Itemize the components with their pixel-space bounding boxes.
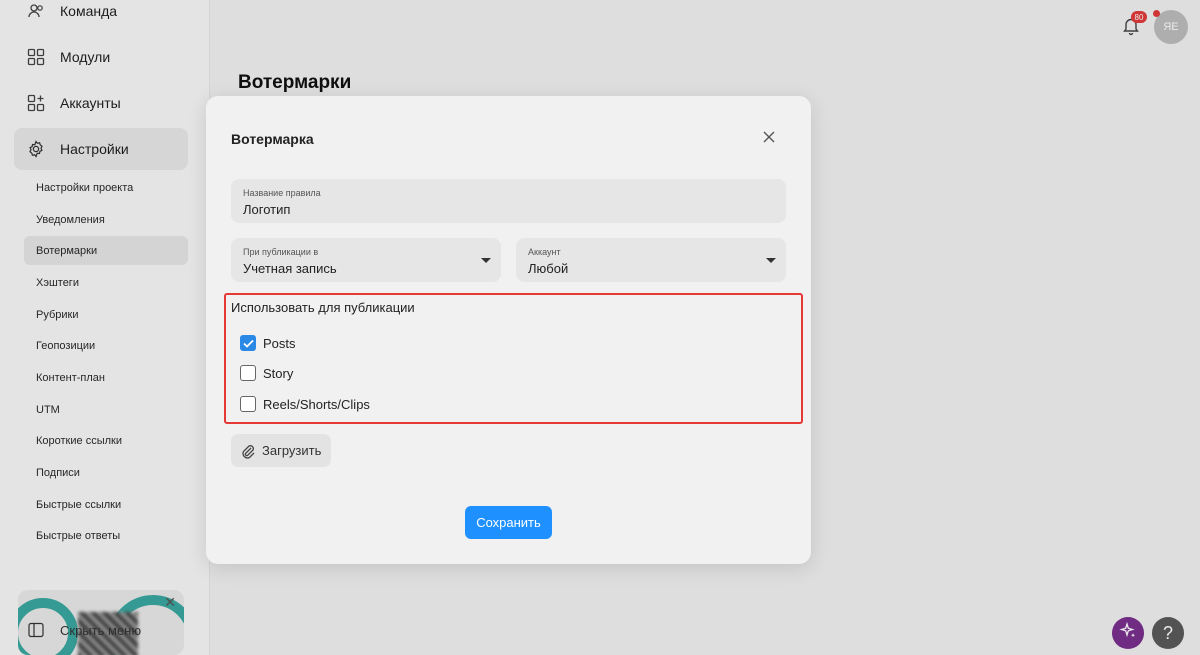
chevron-down-icon [766, 258, 776, 263]
account-label: Аккаунт [528, 247, 561, 257]
rule-name-value: Логотип [243, 202, 291, 217]
rule-name-label: Название правила [243, 188, 321, 198]
paperclip-icon [240, 443, 256, 459]
checkbox-story[interactable]: Story [240, 365, 293, 381]
checkbox-reels[interactable]: Reels/Shorts/Clips [240, 396, 370, 412]
chevron-down-icon [481, 258, 491, 263]
rule-name-field[interactable]: Название правила Логотип [231, 179, 786, 223]
upload-button[interactable]: Загрузить [231, 434, 331, 467]
checkbox-posts[interactable]: Posts [240, 335, 296, 351]
watermark-modal: Вотермарка Название правила Логотип При … [206, 96, 811, 564]
checkbox-label: Reels/Shorts/Clips [263, 396, 370, 412]
account-select[interactable]: Аккаунт Любой [516, 238, 786, 282]
modal-title: Вотермарка [231, 131, 314, 147]
account-value: Любой [528, 261, 569, 276]
checkbox-label: Posts [263, 335, 296, 351]
publish-in-label: При публикации в [243, 247, 319, 257]
checkbox-label: Story [263, 365, 294, 381]
upload-label: Загрузить [262, 443, 322, 458]
checkbox-unchecked[interactable] [240, 396, 256, 412]
checkbox-unchecked[interactable] [240, 365, 256, 381]
publish-in-select[interactable]: При публикации в Учетная запись [231, 238, 501, 282]
checkbox-checked[interactable] [240, 335, 256, 351]
publish-in-value: Учетная запись [243, 261, 337, 276]
use-for-label: Использовать для публикации [231, 300, 415, 315]
check-icon [242, 339, 254, 348]
close-icon[interactable] [761, 129, 777, 145]
save-button[interactable]: Сохранить [465, 506, 552, 539]
